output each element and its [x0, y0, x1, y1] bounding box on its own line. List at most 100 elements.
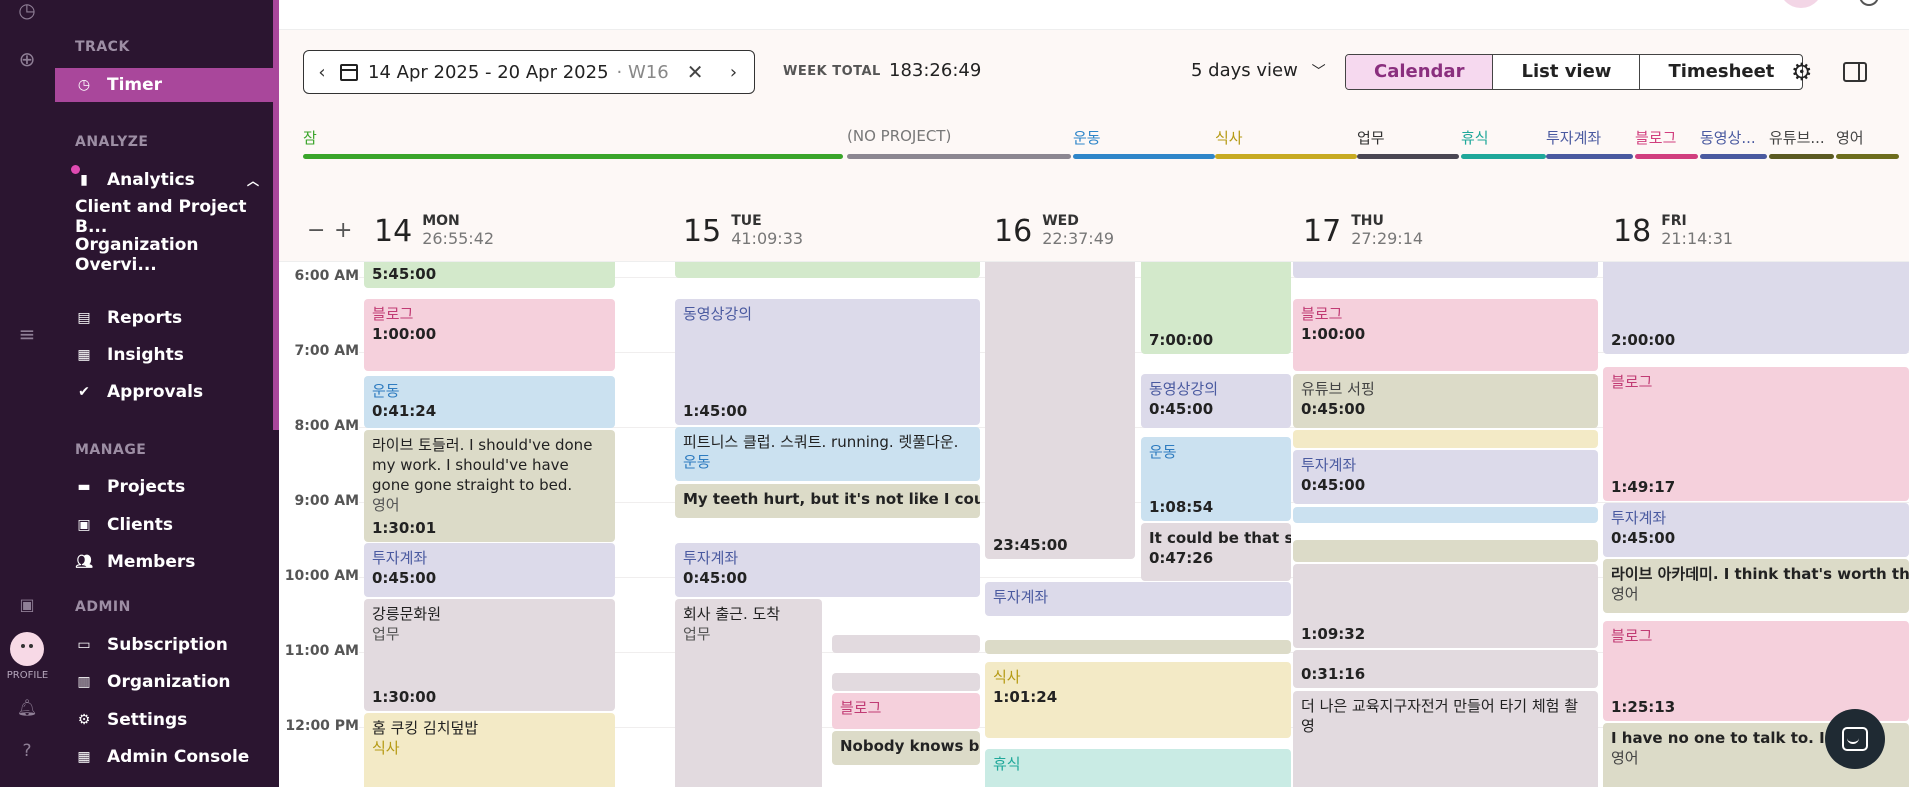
- sidebar-item-analytics[interactable]: ▮ Analytics ︿: [55, 163, 273, 197]
- project-bar-item[interactable]: 영어: [1836, 127, 1899, 167]
- zoom-out-icon[interactable]: −: [307, 218, 325, 243]
- chevron-down-icon: ﹀: [1311, 64, 1326, 80]
- event-block[interactable]: 휴식: [985, 749, 1291, 787]
- day-header-fri[interactable]: 18 FRI 21:14:31: [1613, 213, 1733, 249]
- add-icon[interactable]: ⊕: [13, 45, 41, 73]
- sidebar-item-reports[interactable]: ▤ Reports: [55, 301, 273, 335]
- event-description: 강릉문화원: [372, 605, 442, 623]
- clock-icon[interactable]: ◷: [13, 0, 41, 24]
- tab-calendar[interactable]: Calendar: [1346, 55, 1494, 89]
- tab-list-view[interactable]: List view: [1493, 55, 1641, 89]
- day-header-thu[interactable]: 17 THU 27:29:14: [1303, 213, 1423, 249]
- event-block[interactable]: 동영상강의 0:45:00: [1141, 374, 1291, 428]
- event-block[interactable]: 피트니스 클럽. 스쿼트. running. 렛풀다운. 운동: [675, 427, 980, 481]
- project-bar-label: 영어: [1836, 129, 1864, 147]
- event-block[interactable]: 블로그 1:49:17: [1603, 367, 1909, 501]
- avatar[interactable]: [10, 632, 44, 666]
- event-block[interactable]: 강릉문화원 업무 1:30:00: [364, 599, 615, 711]
- event-block[interactable]: 유튜브 서핑 0:45:00: [1293, 374, 1598, 428]
- chevron-right-icon[interactable]: ›: [715, 62, 751, 83]
- event-block[interactable]: 홈 쿠킹 김치덮밥 식사: [364, 713, 615, 787]
- sidebar-item-client-project[interactable]: Client and Project B...: [55, 197, 273, 237]
- project-bar-item[interactable]: 운동: [1073, 127, 1215, 167]
- chevron-left-icon[interactable]: ‹: [304, 62, 340, 83]
- clear-icon[interactable]: ✕: [687, 60, 704, 84]
- chat-support-button[interactable]: [1825, 709, 1885, 769]
- event-block[interactable]: 2:00:00: [1603, 262, 1909, 354]
- event-block[interactable]: [1293, 540, 1598, 562]
- event-block[interactable]: 투자계좌: [985, 582, 1291, 616]
- day-header-mon[interactable]: 14 MON 26:55:42: [374, 213, 494, 249]
- project-bar-item[interactable]: 잠: [303, 127, 843, 167]
- event-block[interactable]: 투자계좌 0:45:00: [675, 543, 980, 597]
- event-block[interactable]: 블로그 1:00:00: [1293, 299, 1598, 371]
- top-action-icon[interactable]: [1859, 0, 1879, 6]
- event-block[interactable]: 더 나은 교육지구자전거 만들어 타기 체험 촬영: [1293, 691, 1598, 787]
- sidebar-item-members[interactable]: 👥︎ Members: [55, 545, 273, 579]
- event-block[interactable]: 7:00:00: [1141, 262, 1291, 354]
- sidebar-item-admin-console[interactable]: ▦ Admin Console: [55, 740, 273, 774]
- event-block[interactable]: 식사 1:01:24: [985, 662, 1291, 738]
- event-block[interactable]: [1293, 507, 1598, 523]
- sidebar-item-org-overview[interactable]: Organization Overvi...: [55, 235, 273, 275]
- event-block[interactable]: 블로그: [832, 693, 980, 729]
- sidebar-item-label: Reports: [107, 308, 183, 328]
- gift-icon[interactable]: ▣: [13, 591, 41, 619]
- zoom-in-icon[interactable]: +: [334, 218, 352, 243]
- event-block[interactable]: 운동 0:41:24: [364, 376, 615, 428]
- project-bar-item[interactable]: (NO PROJECT): [847, 127, 1071, 167]
- sidebar-item-organization[interactable]: ▥ Organization: [55, 665, 273, 699]
- event-block[interactable]: 라이브 토들러. I should've done my work. I sho…: [364, 430, 615, 542]
- date-range-picker[interactable]: ‹ 14 Apr 2025 - 20 Apr 2025 · W16 ✕ ›: [303, 50, 755, 94]
- event-block[interactable]: Nobody knows bett: [832, 731, 980, 765]
- collapse-menu-icon[interactable]: ≡: [13, 320, 41, 348]
- project-bar-item[interactable]: 업무: [1357, 127, 1459, 167]
- event-block[interactable]: 회사 출근. 도착 업무: [675, 599, 822, 787]
- project-bar-item[interactable]: 유튜브...: [1769, 127, 1834, 167]
- event-project: 투자계좌: [1301, 456, 1357, 474]
- event-block[interactable]: 라이브 아카데미. I think that's worth thinkin 영…: [1603, 559, 1909, 613]
- event-block[interactable]: 0:31:16: [1293, 650, 1598, 688]
- event-block[interactable]: [832, 635, 980, 653]
- event-block[interactable]: 동영상강의 1:45:00: [675, 299, 980, 425]
- tab-timesheet[interactable]: Timesheet: [1640, 55, 1802, 89]
- day-header-wed[interactable]: 16 WED 22:37:49: [994, 213, 1114, 249]
- sidebar-item-clients[interactable]: ▣ Clients: [55, 508, 273, 542]
- event-block[interactable]: [1293, 262, 1598, 278]
- project-bar-item[interactable]: 투자계좌: [1546, 127, 1633, 167]
- event-block[interactable]: [985, 640, 1291, 654]
- project-bar-item[interactable]: 블로그: [1635, 127, 1698, 167]
- event-block[interactable]: 5:45:00: [364, 262, 615, 288]
- sidebar-item-subscription[interactable]: ▭ Subscription: [55, 628, 273, 662]
- event-block[interactable]: 운동 1:08:54: [1141, 437, 1291, 521]
- event-block[interactable]: 블로그 1:00:00: [364, 299, 615, 371]
- user-avatar-top[interactable]: [1779, 0, 1823, 8]
- side-panel-icon[interactable]: [1843, 62, 1867, 82]
- event-block[interactable]: It could be that she 0:47:26: [1141, 523, 1291, 581]
- sidebar-item-settings[interactable]: ⚙ Settings: [55, 703, 273, 737]
- project-bar-item[interactable]: 동영상...: [1700, 127, 1767, 167]
- view-days-select[interactable]: 5 days view ﹀: [1191, 60, 1326, 81]
- event-block[interactable]: 1:09:32: [1293, 564, 1598, 648]
- sidebar-item-timer[interactable]: ◷ Timer: [55, 68, 273, 102]
- event-block[interactable]: 투자계좌 0:45:00: [1603, 503, 1909, 557]
- day-header-tue[interactable]: 15 TUE 41:09:33: [683, 213, 803, 249]
- event-block[interactable]: 투자계좌 0:45:00: [1293, 450, 1598, 504]
- event-block[interactable]: My teeth hurt, but it's not like I could…: [675, 484, 980, 518]
- event-duration: 2:00:00: [1611, 331, 1676, 349]
- project-bar-item[interactable]: 휴식: [1461, 127, 1546, 167]
- sidebar-item-projects[interactable]: ▬ Projects: [55, 470, 273, 504]
- help-icon[interactable]: ?: [13, 737, 41, 765]
- event-block[interactable]: 23:45:00: [985, 262, 1135, 559]
- sidebar-item-insights[interactable]: ▦ Insights: [55, 338, 273, 372]
- project-bar-item[interactable]: 식사: [1215, 127, 1357, 167]
- event-block[interactable]: 투자계좌 0:45:00: [364, 543, 615, 597]
- settings-gear-icon[interactable]: ⚙: [1791, 58, 1813, 86]
- bell-icon[interactable]: 🔔︎: [13, 694, 41, 722]
- sidebar-item-approvals[interactable]: ✔ Approvals: [55, 375, 273, 409]
- event-block[interactable]: [1293, 430, 1598, 448]
- event-block[interactable]: [832, 673, 980, 691]
- event-block[interactable]: [675, 262, 980, 278]
- day-number: 16: [994, 213, 1033, 249]
- event-block[interactable]: 블로그 1:25:13: [1603, 621, 1909, 721]
